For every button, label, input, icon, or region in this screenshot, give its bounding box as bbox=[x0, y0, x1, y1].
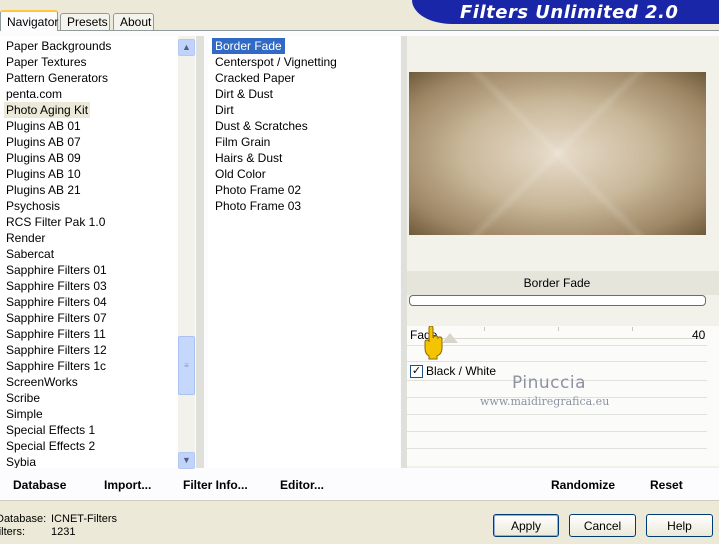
category-list-item[interactable]: Paper Textures bbox=[4, 54, 89, 70]
filter-info-button[interactable]: Filter Info... bbox=[183, 478, 248, 492]
divider bbox=[196, 36, 204, 468]
black-white-checkbox[interactable]: ✓ bbox=[410, 365, 423, 378]
scroll-thumb[interactable]: ≡ bbox=[178, 336, 195, 395]
category-list-item[interactable]: Pattern Generators bbox=[4, 70, 110, 86]
preview-image-overlay bbox=[409, 72, 706, 235]
filter-list[interactable]: Border Fade Centerspot / Vignetting Cracke… bbox=[208, 36, 400, 468]
watermark-name: Pinuccia bbox=[512, 373, 586, 393]
category-list-item[interactable]: Sapphire Filters 12 bbox=[4, 342, 109, 358]
category-list-item[interactable]: Plugins AB 07 bbox=[4, 134, 83, 150]
filter-list-item[interactable]: Photo Frame 03 bbox=[212, 198, 304, 214]
category-list[interactable]: Paper Backgrounds Paper Textures Pattern G… bbox=[0, 36, 178, 468]
category-list-item[interactable]: Sabercat bbox=[4, 246, 56, 262]
category-list-item[interactable]: Sapphire Filters 01 bbox=[4, 262, 109, 278]
apply-button[interactable]: Apply bbox=[493, 514, 559, 537]
help-button[interactable]: Help bbox=[646, 514, 713, 537]
row-separator bbox=[407, 361, 707, 362]
scroll-down-button[interactable]: ▼ bbox=[178, 452, 195, 469]
filter-list-item[interactable]: Cracked Paper bbox=[212, 70, 298, 86]
filter-list-item[interactable]: Film Grain bbox=[212, 134, 273, 150]
category-list-item[interactable]: Paper Backgrounds bbox=[4, 38, 113, 54]
category-list-item[interactable]: Plugins AB 01 bbox=[4, 118, 83, 134]
filters-count-label: Filters: bbox=[0, 526, 25, 538]
filter-list-item[interactable]: Photo Frame 02 bbox=[212, 182, 304, 198]
fade-value: 40 bbox=[692, 328, 706, 342]
category-list-item[interactable]: Simple bbox=[4, 406, 45, 422]
tab-presets[interactable]: Presets bbox=[60, 13, 110, 30]
database-info-value: ICNET-Filters bbox=[51, 513, 117, 525]
database-button[interactable]: Database bbox=[13, 478, 66, 492]
row-separator bbox=[407, 414, 707, 415]
slider-tick bbox=[558, 327, 559, 331]
import-button[interactable]: Import... bbox=[104, 478, 151, 492]
category-list-item[interactable]: Plugins AB 10 bbox=[4, 166, 83, 182]
pointing-hand-icon bbox=[424, 326, 443, 360]
category-list-item[interactable]: ScreenWorks bbox=[4, 374, 80, 390]
row-separator bbox=[407, 431, 707, 432]
category-list-item[interactable]: Special Effects 2 bbox=[4, 438, 97, 454]
category-list-item[interactable]: Sapphire Filters 03 bbox=[4, 278, 109, 294]
filter-list-item[interactable]: Dirt bbox=[212, 102, 237, 118]
category-list-item[interactable]: Sapphire Filters 1c bbox=[4, 358, 108, 374]
slider-tick bbox=[632, 327, 633, 331]
fade-slider[interactable] bbox=[440, 338, 705, 339]
category-list-item[interactable]: Plugins AB 09 bbox=[4, 150, 83, 166]
app-title: Filters Unlimited 2.0 bbox=[460, 2, 679, 23]
randomize-button[interactable]: Randomize bbox=[551, 478, 615, 492]
filter-list-item[interactable]: Dust & Scratches bbox=[212, 118, 311, 134]
fade-slider-thumb[interactable] bbox=[442, 333, 458, 343]
category-list-item[interactable]: Sapphire Filters 04 bbox=[4, 294, 109, 310]
row-separator bbox=[407, 448, 707, 449]
progress-bar bbox=[409, 295, 706, 306]
slider-tick bbox=[484, 327, 485, 331]
category-list-item[interactable]: Sybia bbox=[4, 454, 38, 468]
category-list-item[interactable]: Photo Aging Kit bbox=[4, 102, 91, 118]
filter-list-item[interactable]: Hairs & Dust bbox=[212, 150, 285, 166]
filters-count-value: 1231 bbox=[51, 526, 76, 538]
database-info-label: Database: bbox=[0, 513, 47, 525]
category-list-item[interactable]: RCS Filter Pak 1.0 bbox=[4, 214, 107, 230]
filter-list-item[interactable]: Border Fade bbox=[212, 38, 285, 54]
cancel-button[interactable]: Cancel bbox=[569, 514, 636, 537]
category-list-item[interactable]: Render bbox=[4, 230, 47, 246]
selected-filter-name: Border Fade bbox=[523, 276, 591, 290]
filter-list-item[interactable]: Dirt & Dust bbox=[212, 86, 276, 102]
scroll-up-button[interactable]: ▲ bbox=[178, 39, 195, 56]
filter-list-item[interactable]: Old Color bbox=[212, 166, 269, 182]
category-list-item[interactable]: Scribe bbox=[4, 390, 42, 406]
watermark-url: www.maidiregrafica.eu bbox=[480, 395, 610, 408]
tab-navigator[interactable]: Navigator bbox=[0, 10, 58, 31]
category-scrollbar[interactable]: ▲ ≡ ▼ bbox=[178, 36, 195, 469]
editor-button[interactable]: Editor... bbox=[280, 478, 324, 492]
filter-list-item[interactable]: Centerspot / Vignetting bbox=[212, 54, 340, 70]
category-list-item[interactable]: Sapphire Filters 11 bbox=[4, 326, 108, 342]
tab-about[interactable]: About bbox=[113, 13, 154, 30]
category-list-item[interactable]: Psychosis bbox=[4, 198, 62, 214]
row-separator bbox=[407, 345, 707, 346]
category-list-item[interactable]: Sapphire Filters 07 bbox=[4, 310, 109, 326]
reset-button[interactable]: Reset bbox=[650, 478, 683, 492]
category-list-item[interactable]: Plugins AB 21 bbox=[4, 182, 83, 198]
category-list-item[interactable]: penta.com bbox=[4, 86, 64, 102]
black-white-label[interactable]: Black / White bbox=[426, 364, 496, 378]
category-list-item[interactable]: Special Effects 1 bbox=[4, 422, 97, 438]
